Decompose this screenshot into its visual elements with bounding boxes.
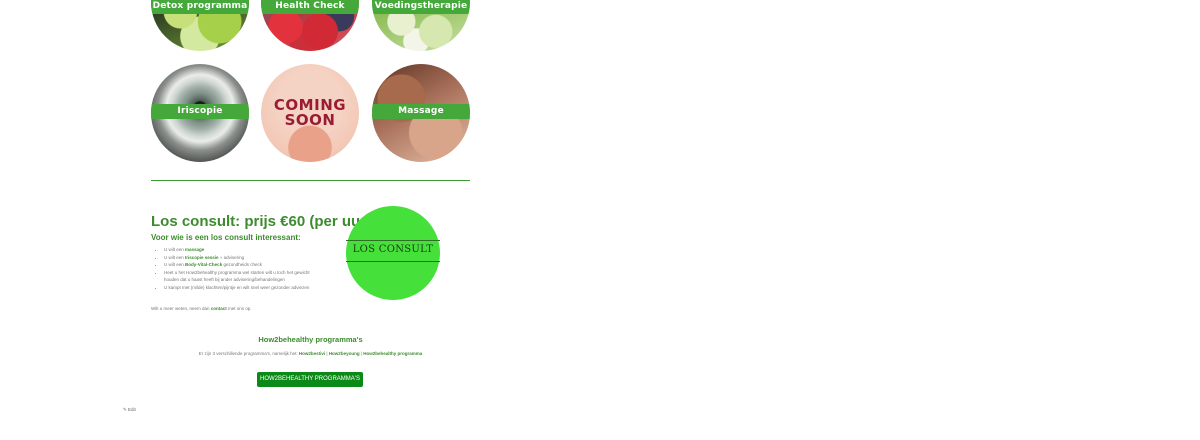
program-link-bestivi[interactable]: How2bestivi xyxy=(299,351,325,356)
service-coming-soon[interactable]: COMING SOON xyxy=(261,64,359,162)
circle-rule-top xyxy=(346,240,440,241)
service-label: Massage xyxy=(372,104,470,119)
bullet-link[interactable]: Iriscopie sessie xyxy=(185,255,219,260)
consult-subheading: Voor wie is een los consult interessant: xyxy=(151,233,301,242)
service-detox-programma[interactable]: Detox programma xyxy=(151,0,249,51)
los-consult-label: LOS CONSULT xyxy=(352,244,434,255)
service-label: Voedingstherapie xyxy=(372,0,470,14)
coming-soon-label: COMING SOON xyxy=(273,96,347,129)
consult-heading: Los consult: prijs €60 (per uur) xyxy=(151,213,372,230)
service-voedingstherapie[interactable]: Voedingstherapie xyxy=(372,0,470,51)
programmas-title: How2behealthy programma's xyxy=(258,335,363,344)
circle-rule-bottom xyxy=(346,261,440,262)
list-item: U wilt een Iriscopie sessie + advisering xyxy=(164,254,314,262)
service-label: Iriscopie xyxy=(151,104,249,119)
contact-link[interactable]: contact xyxy=(211,306,227,311)
pencil-icon: ✎ xyxy=(123,407,127,412)
edit-label: Edit xyxy=(128,407,136,412)
program-link-beyoung[interactable]: How2beyoung xyxy=(329,351,360,356)
list-item: Heet u het How2behealthy programma wel s… xyxy=(164,269,314,284)
service-iriscopie[interactable]: Iriscopie xyxy=(151,64,249,162)
bullet-link[interactable]: massage xyxy=(185,247,204,252)
consult-bullet-list: U wilt een massage U wilt een Iriscopie … xyxy=(151,246,314,291)
list-item: U wilt een Body-Vital-Check gezondheids … xyxy=(164,261,314,269)
service-massage[interactable]: Massage xyxy=(372,64,470,162)
contact-text: Wilt u meer weten, neem dan contact met … xyxy=(151,306,252,311)
programmas-description: Er zijn 3 verschillende programma's, nam… xyxy=(198,351,423,356)
section-divider xyxy=(151,180,470,181)
program-link-behealthy[interactable]: How2behealthy programma xyxy=(363,351,422,356)
service-label: Health Check xyxy=(261,0,359,14)
list-item: U kampt met (milde) klachten/pijntje en … xyxy=(164,284,314,292)
list-item: U wilt een massage xyxy=(164,246,314,254)
service-label: Detox programma xyxy=(151,0,249,14)
service-health-check[interactable]: Health Check xyxy=(261,0,359,51)
edit-link[interactable]: ✎ Edit xyxy=(123,407,136,413)
programmas-button[interactable]: HOW2BEHEALTHY PROGRAMMA'S xyxy=(257,372,363,387)
los-consult-circle[interactable]: LOS CONSULT xyxy=(346,206,440,300)
bullet-link[interactable]: Body-Vital-Check xyxy=(185,262,222,267)
